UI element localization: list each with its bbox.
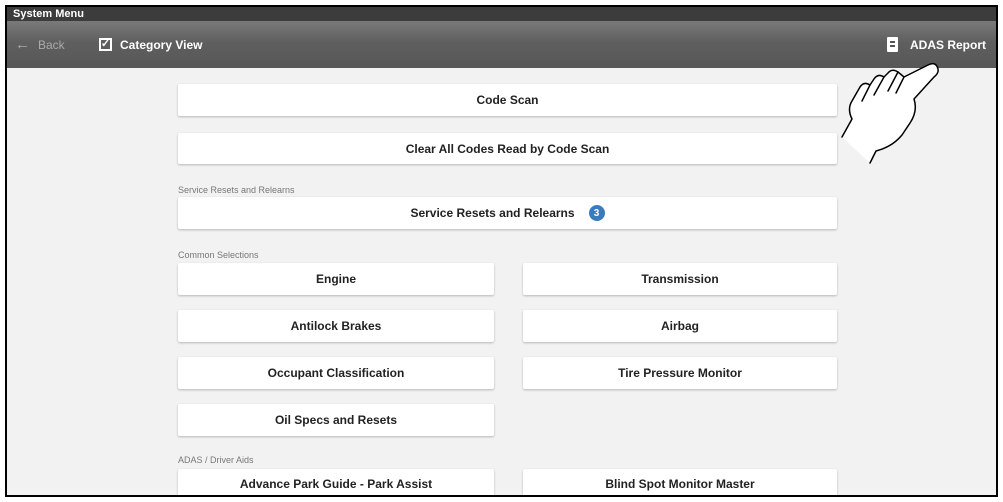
adas-section-title: ADAS / Driver Aids: [178, 455, 254, 465]
back-button[interactable]: ← Back: [15, 21, 65, 68]
common-section-title: Common Selections: [178, 250, 259, 260]
code-scan-label: Code Scan: [476, 93, 539, 107]
back-arrow-icon: ←: [15, 36, 30, 53]
category-view-label: Category View: [120, 37, 203, 52]
service-resets-label: Service Resets and Relearns: [410, 206, 575, 220]
antilock-brakes-button[interactable]: Antilock Brakes: [178, 310, 494, 342]
airbag-label: Airbag: [660, 319, 699, 333]
clear-codes-label: Clear All Codes Read by Code Scan: [405, 141, 610, 156]
transmission-button[interactable]: Transmission: [523, 263, 837, 295]
engine-label: Engine: [315, 272, 356, 286]
antilock-brakes-label: Antilock Brakes: [290, 319, 382, 333]
window-title: System Menu: [7, 7, 996, 21]
code-scan-button[interactable]: Code Scan: [178, 84, 837, 116]
count-badge: 3: [588, 205, 605, 221]
advance-park-guide-button[interactable]: Advance Park Guide - Park Assist: [178, 469, 494, 495]
airbag-button[interactable]: Airbag: [523, 310, 837, 342]
checkbox-checked-icon[interactable]: ✓: [99, 38, 112, 51]
tire-pressure-monitor-button[interactable]: Tire Pressure Monitor: [523, 357, 837, 389]
blind-spot-monitor-label: Blind Spot Monitor Master: [605, 477, 755, 491]
pointing-hand-icon: [841, 62, 939, 164]
report-document-icon: [886, 37, 898, 52]
back-label: Back: [38, 37, 65, 52]
advance-park-guide-label: Advance Park Guide - Park Assist: [239, 477, 433, 491]
tire-pressure-monitor-label: Tire Pressure Monitor: [618, 366, 742, 380]
transmission-label: Transmission: [641, 272, 719, 286]
clear-codes-button[interactable]: Clear All Codes Read by Code Scan: [178, 133, 837, 164]
engine-button[interactable]: Engine: [178, 263, 494, 295]
oil-specs-button[interactable]: Oil Specs and Resets: [178, 404, 494, 436]
category-view-toggle[interactable]: ✓ Category View: [99, 21, 202, 68]
oil-specs-label: Oil Specs and Resets: [274, 413, 398, 427]
occupant-classification-label: Occupant Classification: [267, 366, 405, 380]
blind-spot-monitor-button[interactable]: Blind Spot Monitor Master: [523, 469, 837, 495]
occupant-classification-button[interactable]: Occupant Classification: [178, 357, 494, 389]
service-resets-button[interactable]: Service Resets and Relearns 3: [178, 197, 837, 229]
adas-report-label: ADAS Report: [909, 37, 986, 52]
service-section-title: Service Resets and Relearns: [178, 185, 295, 195]
